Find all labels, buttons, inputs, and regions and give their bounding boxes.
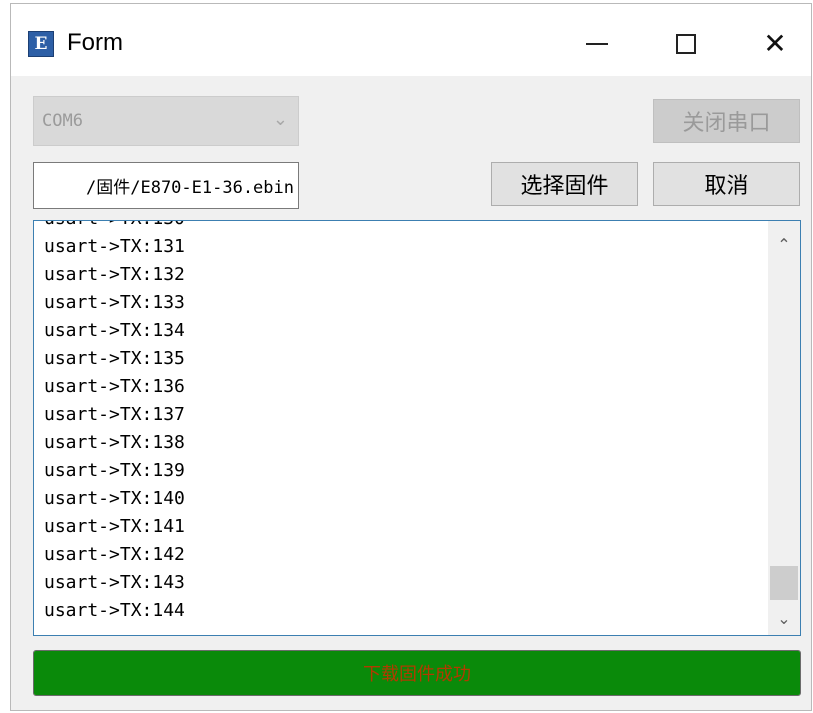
log-line: usart->TX:140	[44, 488, 185, 509]
log-line: usart->TX:130	[44, 221, 185, 233]
progress-status-text: 下载固件成功	[363, 664, 471, 685]
title-bar[interactable]: E Form ✕	[11, 4, 811, 76]
log-line: usart->TX:133	[44, 292, 185, 313]
log-line: usart->TX:132	[44, 264, 185, 285]
log-line: usart->TX:137	[44, 404, 185, 425]
com-port-value: COM6	[42, 111, 83, 131]
minimize-icon	[586, 43, 608, 45]
firmware-path-value: /固件/E870-E1-36.ebin	[86, 178, 294, 198]
window-title: Form	[67, 29, 123, 56]
log-lines: usart->TX:130 usart->TX:131 usart->TX:13…	[44, 221, 185, 625]
download-progress-bar: 下载固件成功	[33, 650, 801, 696]
maximize-icon	[676, 34, 696, 54]
close-port-button[interactable]: 关闭串口	[653, 99, 800, 143]
chevron-down-icon: ⌄	[272, 109, 288, 130]
close-button[interactable]: ✕	[745, 20, 805, 68]
log-line: usart->TX:138	[44, 432, 185, 453]
log-line: usart->TX:131	[44, 236, 185, 257]
scroll-down-icon[interactable]: ⌄	[768, 601, 800, 635]
app-icon: E	[28, 31, 54, 57]
form-window: E Form ✕ COM6 ⌄ 关闭串口 /固件/E870-E1-36.ebin…	[10, 3, 812, 711]
log-line: usart->TX:141	[44, 516, 185, 537]
cancel-button[interactable]: 取消	[653, 162, 800, 206]
log-line: usart->TX:139	[44, 460, 185, 481]
log-line: usart->TX:136	[44, 376, 185, 397]
log-line: usart->TX:143	[44, 572, 185, 593]
log-line: usart->TX:144	[44, 600, 185, 621]
log-line: usart->TX:134	[44, 320, 185, 341]
maximize-button[interactable]	[656, 20, 716, 68]
log-textbox[interactable]: usart->TX:130 usart->TX:131 usart->TX:13…	[33, 220, 801, 636]
app-icon-letter: E	[34, 34, 48, 54]
log-line: usart->TX:135	[44, 348, 185, 369]
scroll-thumb[interactable]	[770, 566, 798, 600]
minimize-button[interactable]	[567, 20, 627, 68]
log-line: usart->TX:142	[44, 544, 185, 565]
scroll-up-icon[interactable]: ⌃	[768, 227, 800, 261]
firmware-path-field[interactable]: /固件/E870-E1-36.ebin	[33, 162, 299, 209]
choose-firmware-button[interactable]: 选择固件	[491, 162, 638, 206]
vertical-scrollbar[interactable]: ⌃ ⌄	[768, 221, 800, 635]
close-icon: ✕	[763, 27, 787, 60]
com-port-select[interactable]: COM6 ⌄	[33, 96, 299, 146]
